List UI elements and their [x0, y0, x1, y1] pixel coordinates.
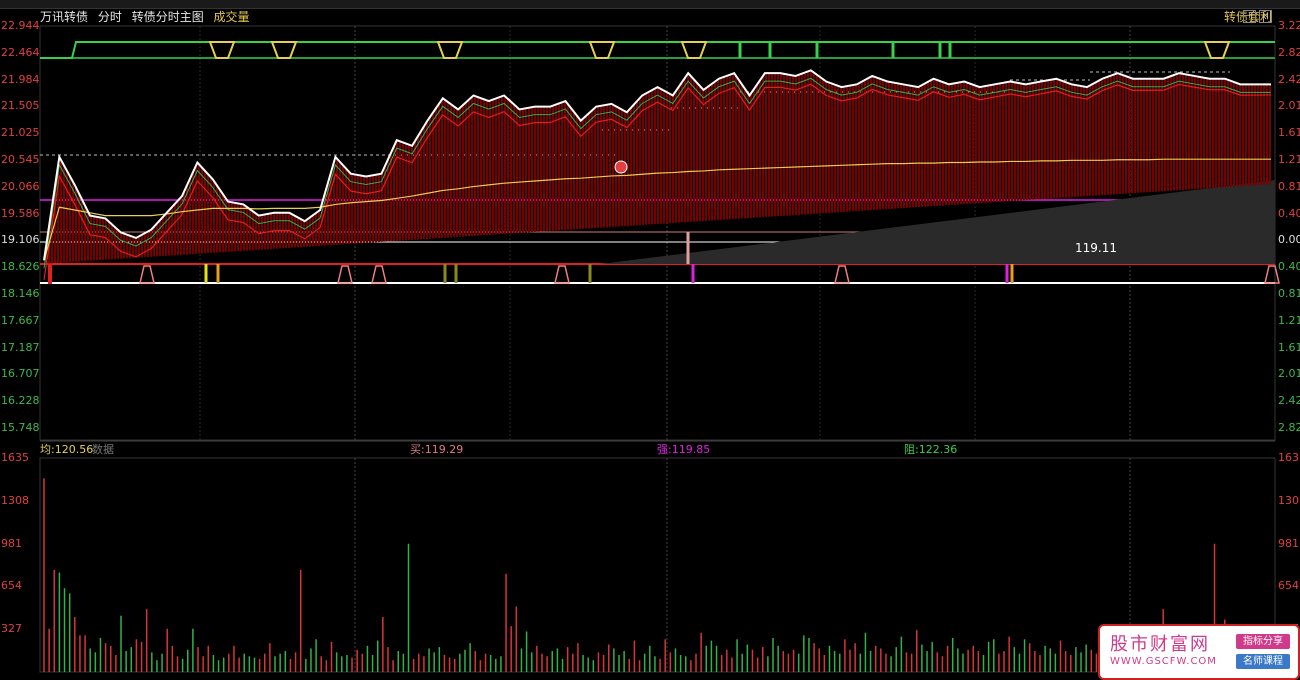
- buy-value: 买:119.29: [410, 443, 464, 456]
- price-tick-label: 19.586: [1, 206, 40, 220]
- strong-value: 强:119.85: [657, 443, 711, 456]
- volume-tick-label: 981: [1278, 536, 1299, 550]
- pct-tick-label: 2.01: [1278, 99, 1300, 113]
- price-tick-label: 18.146: [1, 287, 40, 300]
- pink-signal-marker: [371, 265, 387, 284]
- pink-signal-marker: [1264, 265, 1280, 284]
- volume-tick-label: 327: [1, 622, 22, 636]
- resist-value: 阻:122.36: [904, 443, 958, 456]
- price-tick-label: 20.545: [1, 153, 40, 166]
- pct-tick-label: 0.81: [1278, 179, 1300, 193]
- volume-pane-border: [39, 457, 1276, 673]
- price-tick-label: 16.707: [1, 367, 40, 381]
- price-tick-label: 21.505: [1, 99, 40, 113]
- volume-tick-label: 654: [1, 579, 22, 593]
- price-tick-label: 18.626: [1, 260, 40, 274]
- pct-tick-label: 0.40: [1278, 206, 1300, 220]
- price-tick-label: 20.066: [1, 179, 40, 193]
- pct-tick-label: 2.82: [1278, 45, 1300, 59]
- avg-value: 均:120.56: [40, 443, 94, 456]
- yellow-signal-marker: [588, 41, 616, 59]
- pct-tick-label: 0.40: [1278, 260, 1300, 274]
- watermark-logo: 股市财富网 WWW.GSCFW.COM 指标分享 名师课程: [1098, 624, 1300, 680]
- pct-tick-label: 2.42: [1278, 394, 1300, 408]
- pct-tick-label: 2.42: [1278, 72, 1300, 86]
- price-tick-label: 17.667: [1, 313, 40, 327]
- pct-tick-label: 2.82: [1278, 421, 1300, 434]
- price-tick-label: 21.984: [1, 72, 40, 86]
- price-tick-label: 21.025: [1, 126, 40, 140]
- pct-tick-label: 1.61: [1278, 340, 1300, 354]
- volume-tick-label: 1635: [1, 451, 29, 464]
- pct-tick-label: 3.22: [1278, 19, 1300, 32]
- volume-tick-label: 1308: [1, 493, 29, 507]
- signal-band-top: [40, 41, 1275, 59]
- yellow-signal-marker: [1203, 41, 1231, 59]
- price-tick-label: 19.106: [1, 233, 40, 247]
- price-tick-label: 16.228: [1, 394, 40, 408]
- chart-canvas: 119.11: [39, 25, 1280, 673]
- yellow-signal-marker: [208, 41, 236, 59]
- pink-signal-marker: [139, 265, 155, 284]
- ball-icon: [614, 160, 628, 174]
- pct-tick-label: 0.00: [1278, 233, 1300, 247]
- pct-tick-label: 1.21: [1278, 153, 1300, 166]
- volume-tick-label: 654: [1278, 579, 1299, 593]
- pct-tick-label: 2.01: [1278, 367, 1300, 381]
- pct-tick-label: 0.81: [1278, 287, 1300, 300]
- price-tick-label: 17.187: [1, 340, 40, 354]
- yellow-signal-marker: [680, 41, 708, 59]
- yellow-signal-marker: [270, 41, 298, 59]
- data-label: 数据: [92, 443, 114, 456]
- volume-tick-label: 1635: [1278, 451, 1300, 464]
- indicator-header: 均:120.56 数据 买:119.29 强:119.85 阻:122.36: [40, 441, 1275, 457]
- pct-tick-label: 1.21: [1278, 313, 1300, 327]
- price-tick-label: 22.944: [1, 19, 40, 32]
- volume-tick-label: 981: [1, 536, 22, 550]
- yellow-signal-marker: [436, 41, 464, 59]
- pink-signal-marker: [834, 265, 850, 284]
- pink-signal-marker: [554, 265, 570, 284]
- start-marker: [48, 264, 52, 284]
- price-label: 119.11: [1075, 241, 1117, 255]
- price-tick-label: 22.464: [1, 45, 40, 59]
- pct-tick-label: 1.61: [1278, 126, 1300, 140]
- volume-tick-label: 1308: [1278, 493, 1300, 507]
- price-tick-label: 15.748: [1, 421, 40, 434]
- pink-signal-marker: [337, 265, 353, 284]
